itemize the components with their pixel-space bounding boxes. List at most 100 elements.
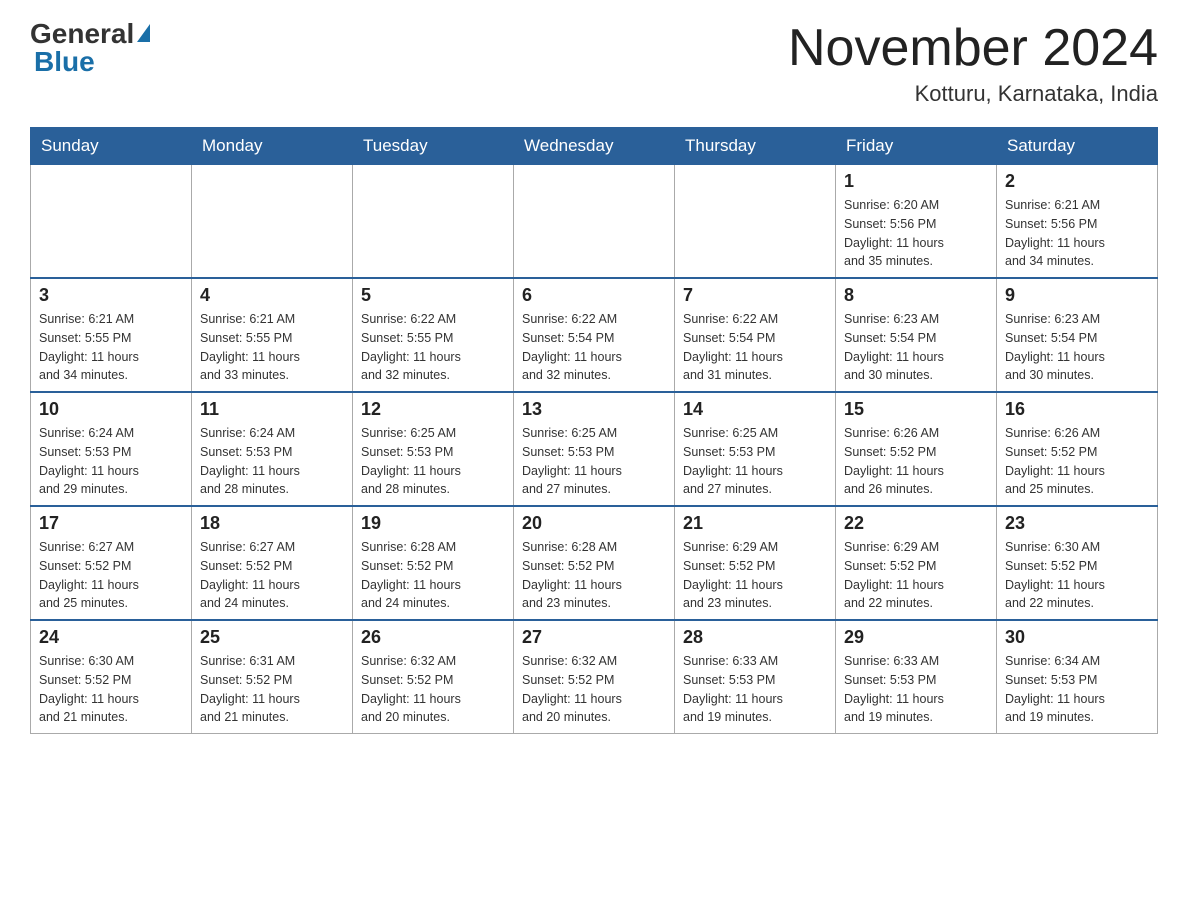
day-info: Sunrise: 6:32 AM Sunset: 5:52 PM Dayligh… [522,652,666,727]
calendar-day-cell [675,165,836,279]
logo-blue-text: Blue [34,48,95,76]
day-of-week-header: Tuesday [353,128,514,165]
calendar-day-cell: 11 Sunrise: 6:24 AM Sunset: 5:53 PM Dayli… [192,392,353,506]
calendar-day-cell: 19Sunrise: 6:28 AM Sunset: 5:52 PM Dayli… [353,506,514,620]
day-number: 28 [683,627,827,648]
location-title: Kotturu, Karnataka, India [788,81,1158,107]
calendar-day-cell: 23 Sunrise: 6:30 AM Sunset: 5:52 PM Dayli… [997,506,1158,620]
day-info: Sunrise: 6:23 AM Sunset: 5:54 PM Dayligh… [844,310,988,385]
day-number: 22 [844,513,988,534]
calendar-day-cell: 9 Sunrise: 6:23 AM Sunset: 5:54 PM Daylig… [997,278,1158,392]
calendar-day-cell: 25 Sunrise: 6:31 AM Sunset: 5:52 PM Dayli… [192,620,353,734]
day-info: Sunrise: 6:24 AM Sunset: 5:53 PM Dayligh… [200,424,344,499]
day-info: Sunrise: 6:23 AM Sunset: 5:54 PM Dayligh… [1005,310,1149,385]
calendar-table: SundayMondayTuesdayWednesdayThursdayFrid… [30,127,1158,734]
logo-general-text: General [30,20,134,48]
calendar-day-cell: 30 Sunrise: 6:34 AM Sunset: 5:53 PM Dayli… [997,620,1158,734]
day-number: 7 [683,285,827,306]
day-number: 15 [844,399,988,420]
day-info: Sunrise: 6:33 AM Sunset: 5:53 PM Dayligh… [844,652,988,727]
day-info: Sunrise: 6:28 AM Sunset: 5:52 PM Dayligh… [522,538,666,613]
calendar-day-cell: 8 Sunrise: 6:23 AM Sunset: 5:54 PM Daylig… [836,278,997,392]
day-of-week-header: Saturday [997,128,1158,165]
logo: General Blue [30,20,150,76]
day-number: 11 [200,399,344,420]
day-number: 20 [522,513,666,534]
day-number: 18 [200,513,344,534]
day-info: Sunrise: 6:22 AM Sunset: 5:54 PM Dayligh… [683,310,827,385]
day-number: 6 [522,285,666,306]
calendar-day-cell: 1Sunrise: 6:20 AM Sunset: 5:56 PM Daylig… [836,165,997,279]
calendar-day-cell: 18 Sunrise: 6:27 AM Sunset: 5:52 PM Dayli… [192,506,353,620]
day-info: Sunrise: 6:29 AM Sunset: 5:52 PM Dayligh… [844,538,988,613]
day-number: 29 [844,627,988,648]
day-number: 3 [39,285,183,306]
day-info: Sunrise: 6:24 AM Sunset: 5:53 PM Dayligh… [39,424,183,499]
day-info: Sunrise: 6:34 AM Sunset: 5:53 PM Dayligh… [1005,652,1149,727]
day-info: Sunrise: 6:20 AM Sunset: 5:56 PM Dayligh… [844,196,988,271]
day-info: Sunrise: 6:29 AM Sunset: 5:52 PM Dayligh… [683,538,827,613]
day-of-week-header: Wednesday [514,128,675,165]
calendar-day-cell: 4 Sunrise: 6:21 AM Sunset: 5:55 PM Daylig… [192,278,353,392]
day-info: Sunrise: 6:30 AM Sunset: 5:52 PM Dayligh… [1005,538,1149,613]
day-of-week-header: Monday [192,128,353,165]
day-number: 5 [361,285,505,306]
day-info: Sunrise: 6:27 AM Sunset: 5:52 PM Dayligh… [39,538,183,613]
calendar-day-cell [353,165,514,279]
calendar-day-cell [514,165,675,279]
logo-triangle-icon [137,24,150,42]
day-of-week-header: Friday [836,128,997,165]
day-info: Sunrise: 6:22 AM Sunset: 5:55 PM Dayligh… [361,310,505,385]
calendar-day-cell: 28Sunrise: 6:33 AM Sunset: 5:53 PM Dayli… [675,620,836,734]
calendar-day-cell [31,165,192,279]
page-header: General Blue November 2024 Kotturu, Karn… [30,20,1158,107]
day-number: 9 [1005,285,1149,306]
day-info: Sunrise: 6:31 AM Sunset: 5:52 PM Dayligh… [200,652,344,727]
day-number: 23 [1005,513,1149,534]
calendar-day-cell: 29 Sunrise: 6:33 AM Sunset: 5:53 PM Dayli… [836,620,997,734]
calendar-day-cell: 24Sunrise: 6:30 AM Sunset: 5:52 PM Dayli… [31,620,192,734]
day-number: 21 [683,513,827,534]
calendar-day-cell: 3 Sunrise: 6:21 AM Sunset: 5:55 PM Daylig… [31,278,192,392]
calendar-week-row: 10 Sunrise: 6:24 AM Sunset: 5:53 PM Dayli… [31,392,1158,506]
day-info: Sunrise: 6:21 AM Sunset: 5:55 PM Dayligh… [200,310,344,385]
day-info: Sunrise: 6:21 AM Sunset: 5:55 PM Dayligh… [39,310,183,385]
calendar-day-cell: 16 Sunrise: 6:26 AM Sunset: 5:52 PM Dayli… [997,392,1158,506]
calendar-day-cell: 14Sunrise: 6:25 AM Sunset: 5:53 PM Dayli… [675,392,836,506]
calendar-day-cell: 7 Sunrise: 6:22 AM Sunset: 5:54 PM Daylig… [675,278,836,392]
calendar-day-cell: 2Sunrise: 6:21 AM Sunset: 5:56 PM Daylig… [997,165,1158,279]
day-of-week-header: Thursday [675,128,836,165]
title-section: November 2024 Kotturu, Karnataka, India [788,20,1158,107]
calendar-day-cell: 15 Sunrise: 6:26 AM Sunset: 5:52 PM Dayli… [836,392,997,506]
calendar-day-cell: 21 Sunrise: 6:29 AM Sunset: 5:52 PM Dayli… [675,506,836,620]
calendar-day-cell: 13Sunrise: 6:25 AM Sunset: 5:53 PM Dayli… [514,392,675,506]
day-number: 8 [844,285,988,306]
calendar-day-cell: 12Sunrise: 6:25 AM Sunset: 5:53 PM Dayli… [353,392,514,506]
calendar-day-cell: 17Sunrise: 6:27 AM Sunset: 5:52 PM Dayli… [31,506,192,620]
day-number: 27 [522,627,666,648]
day-number: 25 [200,627,344,648]
day-info: Sunrise: 6:26 AM Sunset: 5:52 PM Dayligh… [1005,424,1149,499]
day-number: 14 [683,399,827,420]
calendar-day-cell: 26Sunrise: 6:32 AM Sunset: 5:52 PM Dayli… [353,620,514,734]
day-info: Sunrise: 6:25 AM Sunset: 5:53 PM Dayligh… [522,424,666,499]
day-number: 10 [39,399,183,420]
calendar-week-row: 17Sunrise: 6:27 AM Sunset: 5:52 PM Dayli… [31,506,1158,620]
day-info: Sunrise: 6:32 AM Sunset: 5:52 PM Dayligh… [361,652,505,727]
day-number: 16 [1005,399,1149,420]
day-info: Sunrise: 6:30 AM Sunset: 5:52 PM Dayligh… [39,652,183,727]
day-info: Sunrise: 6:21 AM Sunset: 5:56 PM Dayligh… [1005,196,1149,271]
day-number: 30 [1005,627,1149,648]
day-info: Sunrise: 6:26 AM Sunset: 5:52 PM Dayligh… [844,424,988,499]
calendar-week-row: 3 Sunrise: 6:21 AM Sunset: 5:55 PM Daylig… [31,278,1158,392]
calendar-day-cell: 5 Sunrise: 6:22 AM Sunset: 5:55 PM Daylig… [353,278,514,392]
calendar-day-cell: 22 Sunrise: 6:29 AM Sunset: 5:52 PM Dayli… [836,506,997,620]
calendar-day-cell: 10 Sunrise: 6:24 AM Sunset: 5:53 PM Dayli… [31,392,192,506]
calendar-week-row: 1Sunrise: 6:20 AM Sunset: 5:56 PM Daylig… [31,165,1158,279]
day-info: Sunrise: 6:27 AM Sunset: 5:52 PM Dayligh… [200,538,344,613]
calendar-header-row: SundayMondayTuesdayWednesdayThursdayFrid… [31,128,1158,165]
day-number: 19 [361,513,505,534]
day-number: 4 [200,285,344,306]
day-of-week-header: Sunday [31,128,192,165]
calendar-week-row: 24Sunrise: 6:30 AM Sunset: 5:52 PM Dayli… [31,620,1158,734]
